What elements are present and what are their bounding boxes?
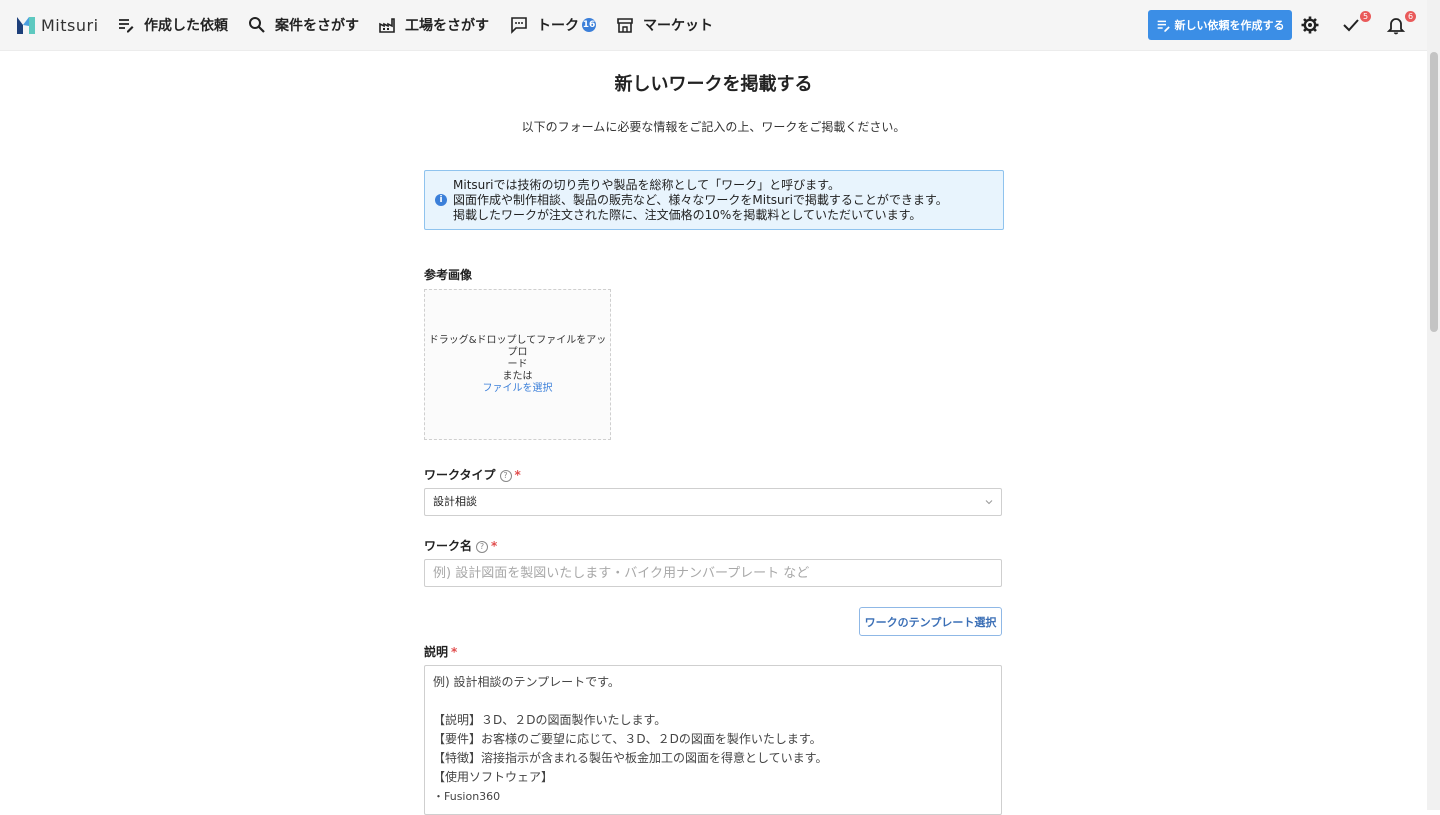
scrollbar-thumb[interactable]	[1430, 52, 1438, 332]
brand-name: Mitsuri	[41, 15, 99, 35]
work-type-value: 設計相談	[433, 495, 477, 508]
nav-label: トーク	[537, 18, 579, 34]
required-mark: *	[514, 468, 521, 482]
check-icon[interactable]	[1341, 15, 1361, 35]
work-name-input[interactable]	[424, 559, 1002, 587]
template-select-button[interactable]: ワークのテンプレート選択	[859, 607, 1002, 636]
description-line: 【特徴】溶接指示が含まれる製缶や板金加工の図面を得意としています。	[433, 751, 828, 765]
help-icon[interactable]: ?	[499, 470, 512, 482]
info-line: 図面作成や制作相談、製品の販売など、様々なワークをMitsuriで掲載することが…	[453, 193, 948, 207]
list-edit-icon	[1157, 20, 1170, 32]
factory-icon	[379, 18, 395, 33]
dropzone-or-text: または	[502, 370, 533, 382]
nav-my-requests[interactable]: 作成した依頼	[117, 0, 228, 50]
description-textarea[interactable]: 例) 設計相談のテンプレートです。 【説明】３D、２Dの図面製作いたします。 【…	[424, 665, 1002, 815]
nav-find-factories[interactable]: 工場をさがす	[378, 0, 489, 50]
description-line: 例) 設計相談のテンプレートです。	[433, 675, 620, 689]
description-line: ・Fusion360	[433, 790, 501, 803]
nav-label: マーケット	[643, 18, 713, 34]
dropzone-text: ドラッグ&ドロップしてファイルをアップロ	[428, 334, 607, 358]
work-type-label-text: ワークタイプ	[424, 468, 496, 482]
list-edit-icon	[119, 19, 134, 33]
description-label-text: 説明	[424, 645, 449, 659]
chat-icon	[511, 17, 527, 34]
reference-image-label: 参考画像	[424, 268, 473, 282]
mitsuri-logo-icon	[17, 17, 35, 34]
nav-label: 工場をさがす	[405, 18, 489, 34]
talk-unread-badge: 16	[582, 18, 596, 32]
work-type-select[interactable]: 設計相談	[424, 488, 1002, 516]
search-icon	[249, 17, 265, 33]
page-subtitle: 以下のフォームに必要な情報をご記入の上、ワークをご掲載ください。	[521, 120, 906, 134]
new-request-button[interactable]: 新しい依頼を作成する	[1148, 10, 1292, 40]
help-icon[interactable]: ?	[476, 541, 489, 553]
description-line: 【使用ソフトウェア】	[433, 770, 554, 784]
required-mark: *	[491, 539, 498, 553]
info-icon: i	[435, 194, 447, 206]
gear-icon[interactable]	[1300, 15, 1320, 35]
store-icon	[617, 18, 633, 33]
info-line: Mitsuriでは技術の切り売りや製品を総称として「ワーク」と呼びます。	[453, 178, 840, 192]
chevron-down-icon	[985, 500, 993, 505]
info-line: 掲載したワークが注文された際に、注文価格の10%を掲載料としていただいています。	[453, 208, 922, 222]
select-file-link[interactable]: ファイルを選択	[483, 383, 553, 395]
logo[interactable]: Mitsuri	[15, 13, 99, 37]
tasks-count-badge: 5	[1360, 11, 1371, 22]
notifications-count-badge: 6	[1405, 11, 1416, 22]
info-text: Mitsuriでは技術の切り売りや製品を総称として「ワーク」と呼びます。 図面作…	[453, 178, 948, 223]
description-line: 【要件】お客様のご要望に応じて、３D、２Dの図面を製作いたします。	[433, 732, 822, 746]
bell-icon[interactable]	[1386, 15, 1406, 35]
nav-market[interactable]: マーケット	[616, 0, 713, 50]
dropzone-text: ード	[507, 358, 528, 370]
new-request-label: 新しい依頼を作成する	[1174, 19, 1285, 32]
description-label: 説明 *	[424, 643, 457, 660]
page-title: 新しいワークを掲載する	[614, 74, 813, 95]
nav-label: 作成した依頼	[144, 18, 228, 34]
required-mark: *	[451, 645, 458, 659]
nav-talk[interactable]: トーク 16	[510, 0, 596, 50]
description-line: 【説明】３D、２Dの図面製作いたします。	[433, 713, 667, 727]
image-upload-dropzone[interactable]: ドラッグ&ドロップしてファイルをアップロ ード または ファイルを選択	[424, 289, 611, 440]
work-type-label: ワークタイプ? *	[424, 466, 521, 483]
work-name-label: ワーク名? *	[424, 537, 497, 554]
nav-label: 案件をさがす	[275, 18, 359, 34]
nav-find-projects[interactable]: 案件をさがす	[248, 0, 359, 50]
top-nav: Mitsuri 作成した依頼 案件をさがす 工場をさがす トーク 16 マーケッ…	[0, 0, 1440, 51]
description-line	[433, 692, 993, 711]
info-box: i Mitsuriでは技術の切り売りや製品を総称として「ワーク」と呼びます。 図…	[424, 170, 1004, 230]
work-name-label-text: ワーク名	[424, 539, 473, 553]
